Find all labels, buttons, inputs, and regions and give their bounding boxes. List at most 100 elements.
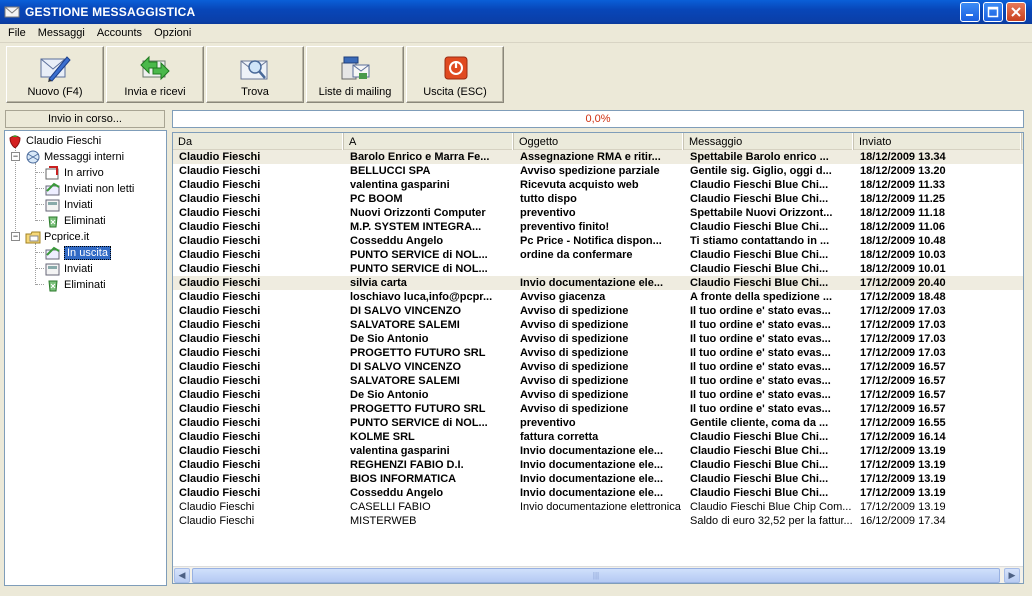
cell-oggetto: Invio documentazione ele... [520, 459, 664, 471]
cell-a: Barolo Enrico e Marra Fe... [350, 151, 490, 163]
cell-inviato: 17/12/2009 16.57 [860, 375, 946, 387]
maximize-button[interactable] [983, 2, 1003, 22]
cell-a: valentina gasparini [350, 445, 450, 457]
close-button[interactable] [1006, 2, 1026, 22]
table-row[interactable]: Claudio Fieschi CASELLI FABIO Invio docume… [173, 500, 1023, 514]
table-row[interactable]: Claudio Fieschi KOLME SRL fattura corretta… [173, 430, 1023, 444]
cell-inviato: 17/12/2009 16.14 [860, 431, 946, 443]
cell-a: De Sio Antonio [350, 333, 429, 345]
cell-a: PROGETTO FUTURO SRL [350, 403, 486, 415]
table-row[interactable]: Claudio Fieschi Barolo Enrico e Marra Fe.… [173, 150, 1023, 164]
menu-accounts[interactable]: Accounts [91, 27, 148, 39]
cell-oggetto: fattura corretta [520, 431, 599, 443]
table-row[interactable]: Claudio Fieschi loschiavo luca,info@pcpr.… [173, 290, 1023, 304]
table-row[interactable]: Claudio Fieschi De Sio Antonio Avviso di s… [173, 388, 1023, 402]
table-row[interactable]: Claudio Fieschi SALVATORE SALEMI Avviso di… [173, 318, 1023, 332]
table-row[interactable]: Claudio Fieschi valentina gasparini Ricevu… [173, 178, 1023, 192]
tree-inviati-account[interactable]: Inviati [45, 261, 93, 277]
table-row[interactable]: Claudio Fieschi BIOS INFORMATICA Invio doc… [173, 472, 1023, 486]
strawberry-icon [9, 135, 21, 148]
cell-da: Claudio Fieschi [179, 193, 261, 205]
cell-oggetto: Avviso di spedizione [520, 319, 629, 331]
power-icon [444, 56, 468, 80]
scroll-right-button[interactable]: ▶ [1004, 568, 1020, 583]
exit-button[interactable]: Uscita (ESC) [406, 46, 504, 103]
table-row[interactable]: Claudio Fieschi DI SALVO VINCENZO Avviso d… [173, 304, 1023, 318]
cell-da: Claudio Fieschi [179, 333, 261, 345]
column-header-da[interactable]: Da [173, 133, 344, 150]
recycle-icon [48, 216, 58, 228]
column-header-inviato[interactable]: Inviato [854, 133, 1022, 150]
cell-oggetto: Avviso di spedizione [520, 361, 629, 373]
table-row[interactable]: Claudio Fieschi REGHENZI FABIO D.I. Invio … [173, 458, 1023, 472]
cell-messaggio: Il tuo ordine e' stato evas... [690, 333, 831, 345]
table-row[interactable]: Claudio Fieschi Cosseddu Angelo Invio docu… [173, 486, 1023, 500]
cell-da: Claudio Fieschi [179, 165, 261, 177]
list-body: Claudio Fieschi Barolo Enrico e Marra Fe.… [173, 150, 1023, 528]
table-row[interactable]: Claudio Fieschi PUNTO SERVICE di NOL... C… [173, 262, 1023, 276]
table-row[interactable]: Claudio Fieschi silvia carta Invio documen… [173, 276, 1023, 290]
cell-da: Claudio Fieschi [179, 459, 261, 471]
tree-inviati-non-letti[interactable]: Inviati non letti [45, 181, 134, 197]
table-row[interactable]: Claudio Fieschi PC BOOM tutto dispo Claudi… [173, 192, 1023, 206]
tree-account-pcprice[interactable]: Pcprice.it [25, 229, 89, 245]
cell-inviato: 18/12/2009 10.03 [860, 249, 946, 261]
cell-inviato: 17/12/2009 16.57 [860, 403, 946, 415]
table-row[interactable]: Claudio Fieschi PROGETTO FUTURO SRL Avviso… [173, 346, 1023, 360]
cell-a: DI SALVO VINCENZO [350, 305, 462, 317]
horizontal-scrollbar[interactable]: ◀ ||| ▶ [173, 566, 1023, 583]
table-row[interactable]: Claudio Fieschi SALVATORE SALEMI Avviso di… [173, 374, 1023, 388]
cell-oggetto: Invio documentazione ele... [520, 473, 664, 485]
cell-oggetto: Avviso giacenza [520, 291, 606, 303]
mailing-lists-button[interactable]: Liste di mailing [306, 46, 404, 103]
message-list[interactable]: Da A Oggetto Messaggio Inviato Claudio F… [172, 132, 1024, 584]
collapse-account-toggle[interactable]: − [11, 232, 20, 241]
table-row[interactable]: Claudio Fieschi DI SALVO VINCENZO Avviso d… [173, 360, 1023, 374]
column-header-a[interactable]: A [344, 133, 514, 150]
cell-inviato: 17/12/2009 18.48 [860, 291, 946, 303]
column-header-oggetto[interactable]: Oggetto [514, 133, 684, 150]
tree-root-user[interactable]: Claudio Fieschi [7, 133, 101, 149]
cell-a: PROGETTO FUTURO SRL [350, 347, 486, 359]
menu-messaggi[interactable]: Messaggi [32, 27, 91, 39]
menu-file[interactable]: File [2, 27, 32, 39]
table-row[interactable]: Claudio Fieschi valentina gasparini Invio … [173, 444, 1023, 458]
tree-in-arrivo[interactable]: In arrivo [45, 165, 104, 181]
tree-messaggi-interni[interactable]: Messaggi interni [25, 149, 124, 165]
new-button[interactable]: Nuovo (F4) [6, 46, 104, 103]
cell-messaggio: Gentile sig. Giglio, oggi d... [690, 165, 832, 177]
table-row[interactable]: Claudio Fieschi Cosseddu Angelo Pc Price -… [173, 234, 1023, 248]
tree-inviati-account-label: Inviati [64, 263, 93, 275]
minimize-button[interactable] [960, 2, 980, 22]
menu-opzioni[interactable]: Opzioni [148, 27, 197, 39]
send-receive-button[interactable]: Invia e ricevi [106, 46, 204, 103]
scroll-thumb[interactable]: ||| [192, 568, 1000, 583]
tree-connector [36, 188, 44, 189]
table-row[interactable]: Claudio Fieschi PROGETTO FUTURO SRL Avviso… [173, 402, 1023, 416]
cell-inviato: 17/12/2009 13.19 [860, 459, 946, 471]
minimize-icon [966, 14, 973, 16]
title-bar[interactable]: GESTIONE MESSAGGISTICA [0, 0, 1032, 24]
table-row[interactable]: Claudio Fieschi PUNTO SERVICE di NOL... pr… [173, 416, 1023, 430]
list-header: Da A Oggetto Messaggio Inviato [173, 133, 1023, 150]
table-row[interactable]: Claudio Fieschi M.P. SYSTEM INTEGRA... pre… [173, 220, 1023, 234]
tree-inviati-internal[interactable]: Inviati [45, 197, 93, 213]
cell-oggetto: Avviso spedizione parziale [520, 165, 660, 177]
column-header-messaggio[interactable]: Messaggio [684, 133, 854, 150]
table-row[interactable]: Claudio Fieschi PUNTO SERVICE di NOL... or… [173, 248, 1023, 262]
cell-oggetto: preventivo [520, 417, 576, 429]
collapse-internal-toggle[interactable]: − [11, 152, 20, 161]
find-button[interactable]: Trova [206, 46, 304, 103]
tree-connector [36, 268, 44, 269]
table-row[interactable]: Claudio Fieschi De Sio Antonio Avviso di s… [173, 332, 1023, 346]
table-row[interactable]: Claudio Fieschi BELLUCCI SPA Avviso spediz… [173, 164, 1023, 178]
table-row[interactable]: Claudio Fieschi Nuovi Orizzonti Computer p… [173, 206, 1023, 220]
scroll-left-button[interactable]: ◀ [174, 568, 190, 583]
cell-inviato: 18/12/2009 11.06 [860, 221, 946, 233]
cell-a: KOLME SRL [350, 431, 415, 443]
tree-eliminati-internal[interactable]: Eliminati [45, 213, 106, 229]
tree-in-uscita[interactable]: In uscita [45, 245, 111, 261]
cell-messaggio: Gentile cliente, coma da ... [690, 417, 829, 429]
tree-eliminati-account[interactable]: Eliminati [45, 277, 106, 293]
table-row[interactable]: Claudio Fieschi MISTERWEB Saldo di euro 32… [173, 514, 1023, 528]
